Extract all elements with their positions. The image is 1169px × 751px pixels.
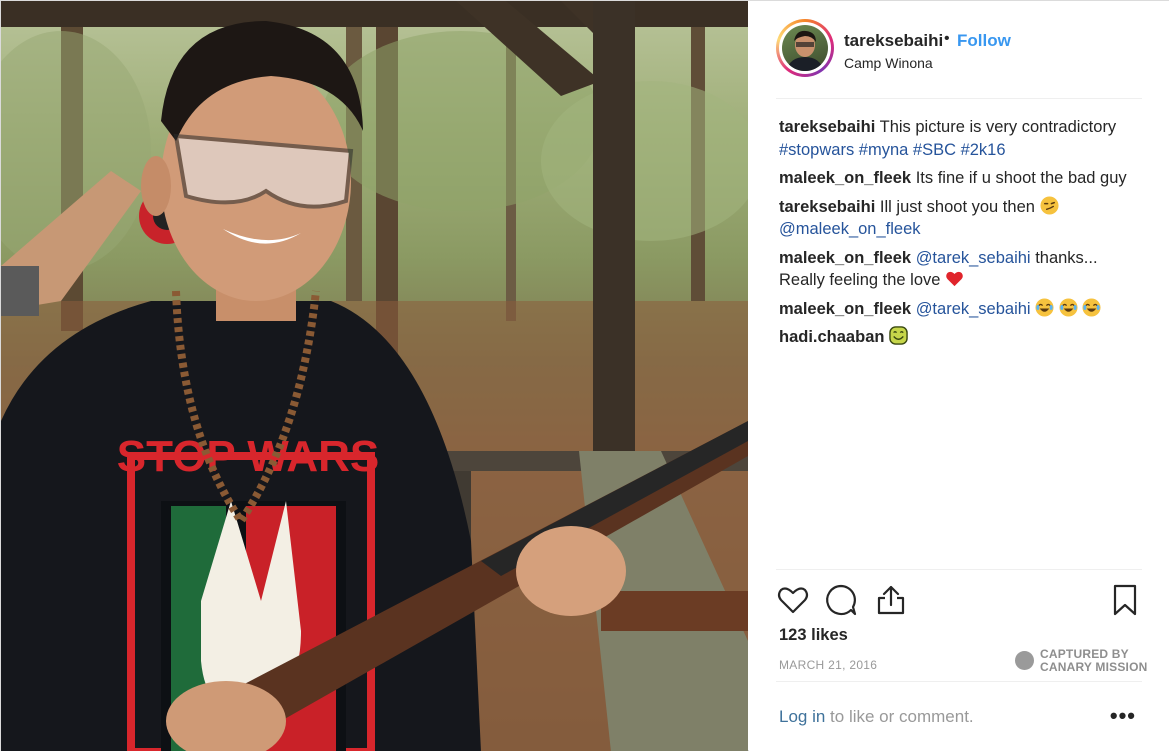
follow-button[interactable]: Follow — [957, 31, 1011, 51]
location-link[interactable]: Camp Winona — [844, 55, 933, 71]
comment-item: maleek_on_fleek @tarek_sebaihi thanks...… — [779, 247, 1144, 292]
post-date: MARCH 21, 2016 — [779, 658, 878, 672]
post-photo: STOP WARS — [1, 1, 748, 751]
happy-face-emoji-icon — [889, 326, 908, 345]
comment-username[interactable]: maleek_on_fleek — [779, 169, 911, 187]
comment-text: This picture is very contradictory — [879, 118, 1117, 136]
watermark-line-1: CAPTURED BY — [1040, 647, 1129, 661]
canary-mission-logo-icon — [1015, 651, 1034, 670]
login-prompt: Log in to like or comment. — [779, 707, 974, 727]
smirk-emoji-icon — [1039, 195, 1059, 215]
red-heart-emoji-icon — [946, 271, 963, 287]
likes-count[interactable]: 123 likes — [779, 626, 848, 645]
comment-mention[interactable]: @tarek_sebaihi — [916, 249, 1031, 267]
comment-icon[interactable] — [824, 583, 858, 617]
joy-emoji-icon — [1082, 297, 1101, 317]
heart-icon[interactable] — [776, 583, 810, 617]
comment-text: Its fine if u shoot the bad guy — [915, 169, 1127, 187]
avatar[interactable] — [782, 25, 828, 71]
canary-mission-watermark: CAPTURED BY CANARY MISSION — [1015, 646, 1150, 674]
post-sidebar: tareksebaihi • Follow Camp Winona tareks… — [749, 1, 1169, 751]
joy-emoji-icon — [1035, 297, 1054, 317]
comment-username[interactable]: maleek_on_fleek — [779, 300, 911, 318]
comment-mention[interactable]: @maleek_on_fleek — [779, 220, 921, 238]
post-footer: Log in to like or comment. ••• — [776, 681, 1142, 751]
watermark-line-2: CANARY MISSION — [1040, 660, 1148, 674]
author-username[interactable]: tareksebaihi — [844, 31, 943, 51]
comment-username[interactable]: tareksebaihi — [779, 198, 875, 216]
more-options-button[interactable]: ••• — [1110, 703, 1136, 729]
comment-item: maleek_on_fleek Its fine if u shoot the … — [779, 167, 1144, 190]
story-ring[interactable] — [776, 19, 834, 77]
photo-illustration: STOP WARS — [1, 1, 748, 751]
shirt-text: STOP WARS — [117, 432, 379, 481]
comment-mention[interactable]: @tarek_sebaihi — [916, 300, 1031, 318]
comment-item: hadi.chaaban — [779, 326, 1144, 349]
login-link[interactable]: Log in — [779, 707, 825, 726]
joy-emoji-icon — [1059, 297, 1078, 317]
comment-item: maleek_on_fleek @tarek_sebaihi — [779, 297, 1144, 321]
comment-username[interactable]: maleek_on_fleek — [779, 249, 911, 267]
comment-username[interactable]: tareksebaihi — [779, 118, 875, 136]
avatar-image — [786, 30, 824, 71]
comment-hashtags[interactable]: #stopwars #myna #SBC #2k16 — [779, 141, 1006, 159]
bookmark-icon[interactable] — [1108, 583, 1142, 617]
comments-list: tareksebaihi This picture is very contra… — [779, 116, 1144, 355]
comment-item: tareksebaihi Ill just shoot you then @ma… — [779, 195, 1144, 241]
separator-dot: • — [944, 30, 950, 47]
comment-item: tareksebaihi This picture is very contra… — [779, 116, 1144, 161]
comment-text: Ill just shoot you then — [879, 197, 1035, 216]
post-header: tareksebaihi • Follow Camp Winona — [776, 19, 1142, 99]
share-icon[interactable] — [874, 583, 908, 617]
instagram-post: STOP WARS tareksebaihi • Follow Camp Win… — [0, 0, 1169, 751]
login-prompt-text: to like or comment. — [825, 707, 974, 726]
comment-username[interactable]: hadi.chaaban — [779, 328, 884, 346]
